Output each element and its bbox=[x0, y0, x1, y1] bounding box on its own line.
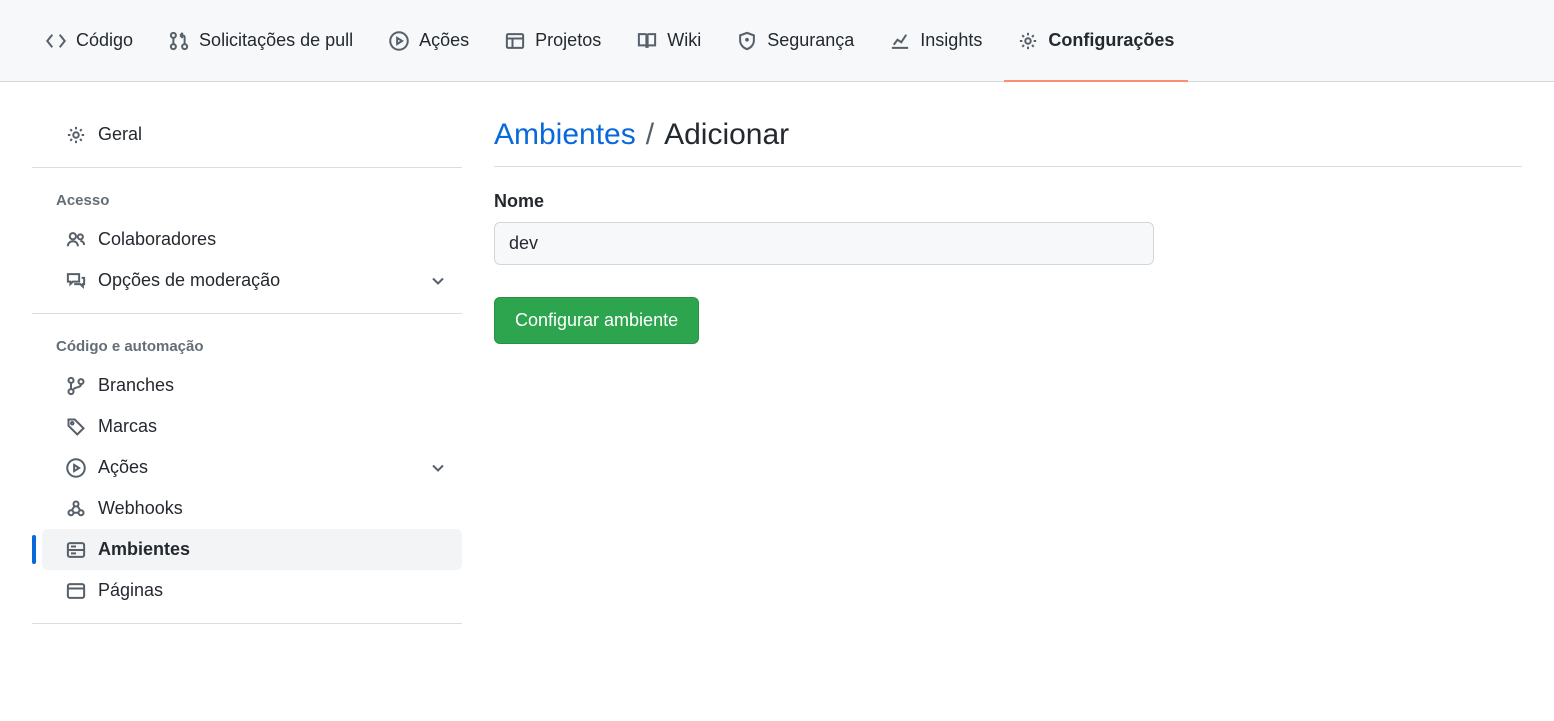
browser-icon bbox=[66, 581, 86, 601]
sidebar-item-label: Branches bbox=[98, 375, 174, 396]
tab-label: Projetos bbox=[535, 30, 601, 51]
settings-sidebar: Geral Acesso Colaboradores Opções de mod… bbox=[32, 114, 462, 638]
sidebar-item-collaborators[interactable]: Colaboradores bbox=[42, 219, 462, 260]
tab-projects[interactable]: Projetos bbox=[491, 0, 615, 81]
settings-layout: Geral Acesso Colaboradores Opções de mod… bbox=[0, 82, 1554, 670]
comment-discussion-icon bbox=[66, 271, 86, 291]
sidebar-item-pages[interactable]: Páginas bbox=[42, 570, 462, 611]
tab-code[interactable]: Código bbox=[32, 0, 147, 81]
sidebar-item-label: Webhooks bbox=[98, 498, 183, 519]
tab-label: Insights bbox=[920, 30, 982, 51]
gear-icon bbox=[1018, 31, 1038, 51]
name-label: Nome bbox=[494, 191, 1522, 212]
git-branch-icon bbox=[66, 376, 86, 396]
webhook-icon bbox=[66, 499, 86, 519]
sidebar-item-label: Ações bbox=[98, 457, 148, 478]
tab-label: Segurança bbox=[767, 30, 854, 51]
tab-security[interactable]: Segurança bbox=[723, 0, 868, 81]
sidebar-item-general[interactable]: Geral bbox=[42, 114, 462, 155]
tab-actions[interactable]: Ações bbox=[375, 0, 483, 81]
breadcrumb: Ambientes / Adicionar bbox=[494, 118, 1522, 167]
sidebar-item-actions[interactable]: Ações bbox=[42, 447, 462, 488]
sidebar-group-code-title: Código e automação bbox=[32, 328, 462, 365]
shield-icon bbox=[737, 31, 757, 51]
server-icon bbox=[66, 540, 86, 560]
breadcrumb-environments-link[interactable]: Ambientes bbox=[494, 118, 636, 152]
breadcrumb-current: Adicionar bbox=[664, 118, 789, 152]
sidebar-item-branches[interactable]: Branches bbox=[42, 365, 462, 406]
sidebar-item-label: Colaboradores bbox=[98, 229, 216, 250]
play-icon bbox=[389, 31, 409, 51]
gear-icon bbox=[66, 125, 86, 145]
chevron-down-icon bbox=[428, 458, 448, 478]
tab-wiki[interactable]: Wiki bbox=[623, 0, 715, 81]
sidebar-item-label: Páginas bbox=[98, 580, 163, 601]
graph-icon bbox=[890, 31, 910, 51]
configure-environment-button[interactable]: Configurar ambiente bbox=[494, 297, 699, 344]
code-icon bbox=[46, 31, 66, 51]
people-icon bbox=[66, 230, 86, 250]
tab-label: Wiki bbox=[667, 30, 701, 51]
tab-label: Solicitações de pull bbox=[199, 30, 353, 51]
breadcrumb-separator: / bbox=[646, 118, 654, 152]
sidebar-item-label: Opções de moderação bbox=[98, 270, 280, 291]
repo-topnav: Código Solicitações de pull Ações Projet… bbox=[0, 0, 1554, 82]
sidebar-group-access-title: Acesso bbox=[32, 182, 462, 219]
table-icon bbox=[505, 31, 525, 51]
sidebar-item-environments[interactable]: Ambientes bbox=[42, 529, 462, 570]
tab-insights[interactable]: Insights bbox=[876, 0, 996, 81]
sidebar-item-moderation[interactable]: Opções de moderação bbox=[42, 260, 462, 301]
tab-settings[interactable]: Configurações bbox=[1004, 0, 1188, 81]
sidebar-item-webhooks[interactable]: Webhooks bbox=[42, 488, 462, 529]
sidebar-item-label: Ambientes bbox=[98, 539, 190, 560]
git-pull-request-icon bbox=[169, 31, 189, 51]
tab-label: Configurações bbox=[1048, 30, 1174, 51]
play-icon bbox=[66, 458, 86, 478]
tab-label: Código bbox=[76, 30, 133, 51]
main-content: Ambientes / Adicionar Nome Configurar am… bbox=[494, 114, 1522, 638]
sidebar-item-tags[interactable]: Marcas bbox=[42, 406, 462, 447]
environment-name-input[interactable] bbox=[494, 222, 1154, 265]
tag-icon bbox=[66, 417, 86, 437]
tab-label: Ações bbox=[419, 30, 469, 51]
sidebar-item-label: Marcas bbox=[98, 416, 157, 437]
tab-pull-requests[interactable]: Solicitações de pull bbox=[155, 0, 367, 81]
sidebar-item-label: Geral bbox=[98, 124, 142, 145]
book-icon bbox=[637, 31, 657, 51]
chevron-down-icon bbox=[428, 271, 448, 291]
